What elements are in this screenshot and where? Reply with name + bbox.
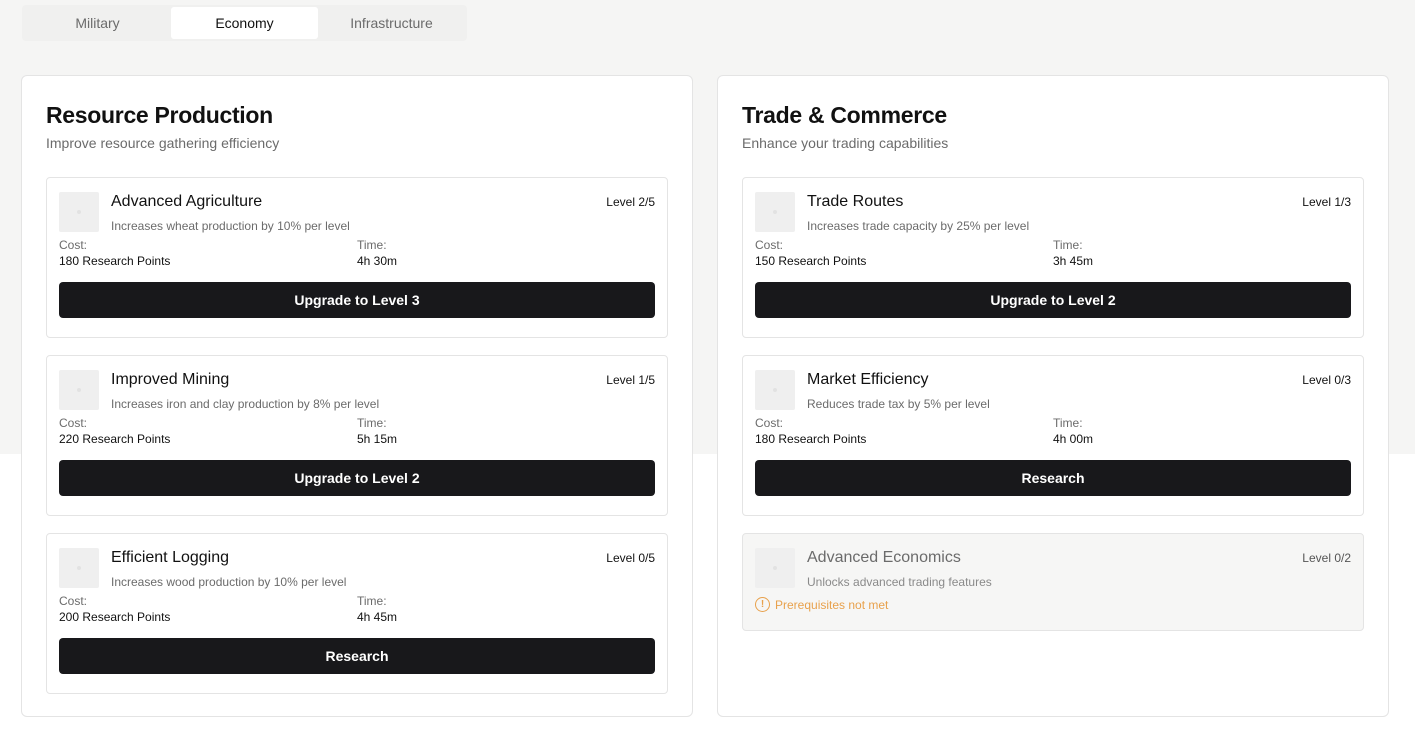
time-label: Time:: [1053, 416, 1083, 430]
image-placeholder-icon: [59, 370, 99, 410]
cost-value: 200 Research Points: [59, 610, 171, 624]
research-card-efficient-logging: Efficient Logging Increases wood product…: [46, 533, 668, 694]
prerequisites-text: Prerequisites not met: [775, 597, 889, 612]
time-value: 4h 45m: [357, 610, 398, 624]
research-description: Increases wheat production by 10% per le…: [111, 219, 350, 233]
research-description: Unlocks advanced trading features: [807, 575, 992, 589]
research-name: Advanced Agriculture: [111, 193, 263, 210]
research-description: Increases trade capacity by 25% per leve…: [807, 219, 1030, 233]
level-badge: Level 0/5: [606, 551, 655, 565]
tab-infrastructure[interactable]: Infrastructure: [318, 7, 465, 39]
cost-value: 220 Research Points: [59, 432, 171, 446]
level-badge: Level 0/2: [1302, 551, 1351, 565]
research-button[interactable]: Research: [59, 638, 655, 674]
research-name: Efficient Logging: [111, 549, 230, 566]
image-placeholder-icon: [755, 370, 795, 410]
research-card-advanced-agriculture: Advanced Agriculture Increases wheat pro…: [46, 177, 668, 338]
research-name: Trade Routes: [807, 193, 904, 210]
cost-label: Cost:: [59, 594, 88, 608]
upgrade-button[interactable]: Upgrade to Level 2: [59, 460, 655, 496]
cost-label: Cost:: [755, 238, 784, 252]
prerequisites-warning: ! Prerequisites not met: [755, 597, 1351, 612]
panel-title: Resource Production: [46, 102, 273, 128]
panel-subtitle: Improve resource gathering efficiency: [46, 135, 280, 151]
time-value: 3h 45m: [1053, 254, 1094, 268]
research-name: Advanced Economics: [807, 549, 961, 566]
research-name: Improved Mining: [111, 371, 230, 388]
upgrade-button[interactable]: Upgrade to Level 3: [59, 282, 655, 318]
level-badge: Level 2/5: [606, 195, 655, 209]
level-badge: Level 0/3: [1302, 373, 1351, 387]
research-card-advanced-economics: Advanced Economics Unlocks advanced trad…: [742, 533, 1364, 631]
time-value: 5h 15m: [357, 432, 398, 446]
time-label: Time:: [357, 594, 387, 608]
cost-value: 180 Research Points: [755, 432, 867, 446]
panel-title: Trade & Commerce: [742, 102, 947, 128]
cost-value: 180 Research Points: [59, 254, 171, 268]
research-card-market-efficiency: Market Efficiency Reduces trade tax by 5…: [742, 355, 1364, 516]
level-badge: Level 1/5: [606, 373, 655, 387]
tab-economy[interactable]: Economy: [171, 7, 318, 39]
research-description: Increases wood production by 10% per lev…: [111, 575, 347, 589]
cost-value: 150 Research Points: [755, 254, 867, 268]
panel-subtitle: Enhance your trading capabilities: [742, 135, 949, 151]
time-label: Time:: [357, 416, 387, 430]
alert-circle-icon: !: [755, 597, 770, 612]
level-badge: Level 1/3: [1302, 195, 1351, 209]
research-button[interactable]: Research: [755, 460, 1351, 496]
upgrade-button[interactable]: Upgrade to Level 2: [755, 282, 1351, 318]
image-placeholder-icon: [755, 548, 795, 588]
time-label: Time:: [357, 238, 387, 252]
time-value: 4h 00m: [1053, 432, 1094, 446]
research-name: Market Efficiency: [807, 371, 929, 388]
cost-label: Cost:: [755, 416, 784, 430]
cost-label: Cost:: [59, 238, 88, 252]
category-tabs: Military Economy Infrastructure: [22, 5, 467, 41]
image-placeholder-icon: [755, 192, 795, 232]
tab-military[interactable]: Military: [24, 7, 171, 39]
time-label: Time:: [1053, 238, 1083, 252]
image-placeholder-icon: [59, 548, 99, 588]
trade-commerce-panel: Trade & Commerce Enhance your trading ca…: [717, 75, 1389, 717]
resource-production-panel: Resource Production Improve resource gat…: [21, 75, 693, 717]
research-description: Reduces trade tax by 5% per level: [807, 397, 990, 411]
research-card-trade-routes: Trade Routes Increases trade capacity by…: [742, 177, 1364, 338]
research-card-improved-mining: Improved Mining Increases iron and clay …: [46, 355, 668, 516]
image-placeholder-icon: [59, 192, 99, 232]
research-description: Increases iron and clay production by 8%…: [111, 397, 380, 411]
cost-label: Cost:: [59, 416, 88, 430]
time-value: 4h 30m: [357, 254, 398, 268]
